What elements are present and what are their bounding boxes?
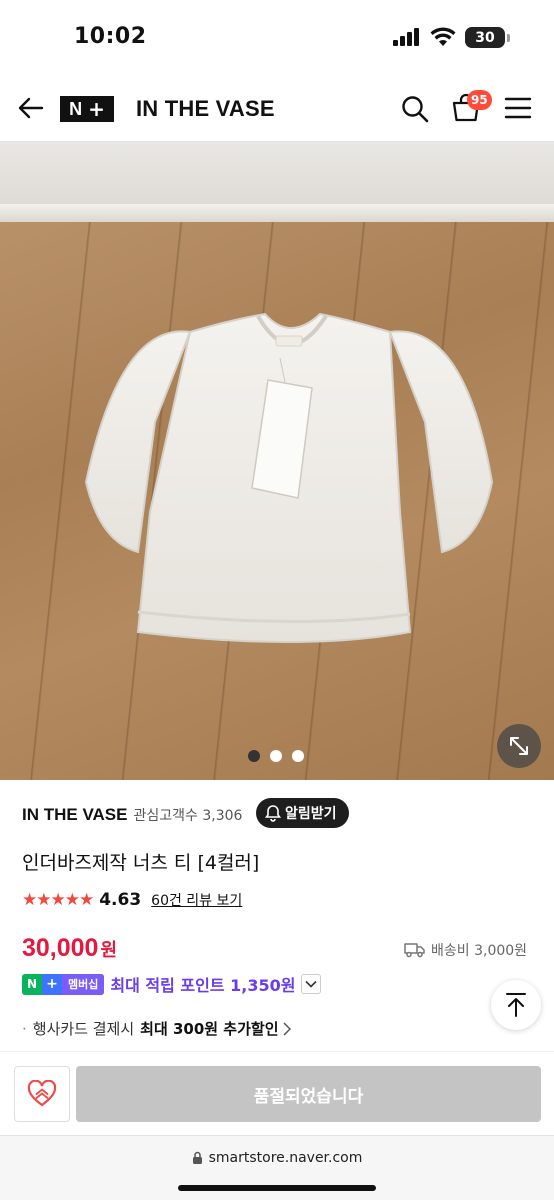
status-time: 10:02 [74,24,147,49]
naver-plus-logo[interactable]: N + [60,96,114,122]
battery-level: 30 [475,29,495,46]
expand-image-button[interactable] [497,724,541,768]
product-tshirt-photo [84,312,494,643]
naver-plus-membership-badge: N + 멤버십 [22,973,105,995]
gallery-dot-2[interactable] [270,750,282,762]
price-value: 30,000 [22,934,99,962]
expand-arrows-icon [510,737,528,755]
point-row: N + 멤버십 최대 적립 포인트 1,350원 [22,972,322,996]
status-bar: 10:02 30 [0,0,554,72]
bell-plus-icon [264,805,282,822]
battery-cap [507,34,510,42]
gallery-dot-3[interactable] [292,750,304,762]
url-display[interactable]: smartstore.naver.com [0,1150,554,1166]
notify-button[interactable]: 알림받기 [256,798,349,828]
heart-icon [27,1080,57,1107]
wishlist-button[interactable] [14,1066,70,1122]
naver-n-glyph: N [69,98,83,119]
app-header: N + IN THE VASE 95 [0,76,554,142]
badge-plus: + [42,973,62,995]
product-image-gallery[interactable] [0,142,554,780]
product-title: 인더바즈제작 너츠 티 [4컬러] [22,852,260,874]
price-row: 30,000 원 [22,934,117,963]
battery-icon: 30 [465,27,505,48]
soldout-button[interactable]: 품절되었습니다 [76,1066,541,1122]
browser-address-bar[interactable]: smartstore.naver.com [0,1135,554,1200]
url-text: smartstore.naver.com [208,1150,363,1166]
home-indicator[interactable] [178,1185,376,1191]
price-unit: 원 [100,940,118,961]
review-link[interactable]: 60건 리뷰 보기 [151,890,242,910]
gallery-dot-1[interactable] [248,750,260,762]
store-row: IN THE VASE 관심고객수 3,306 [22,800,242,830]
shipping-fee: 배송비 3,000원 [404,940,527,960]
gallery-pagination [248,750,304,762]
search-icon[interactable] [400,94,430,124]
shipping-text: 배송비 3,000원 [431,943,528,959]
signal-icon [393,28,419,46]
wifi-icon [430,27,456,46]
delivery-truck-icon [404,943,425,958]
rating-stars-icon: ★★★★★ [22,890,94,910]
arrow-up-icon [506,993,526,1017]
card-discount-row[interactable]: · 행사카드 결제시 최대 300원 추가할인 [22,1018,291,1039]
photo-baseboard [0,204,554,224]
bullet: · [22,1019,27,1038]
badge-n: N [26,977,38,991]
lock-icon [192,1151,202,1164]
card-discount-amount: 최대 300원 추가할인 [140,1020,279,1038]
point-expand-button[interactable] [301,974,322,994]
back-arrow-icon[interactable] [16,93,46,123]
store-name-link[interactable]: IN THE VASE [22,805,127,825]
badge-membership: 멤버십 [62,973,105,995]
hamburger-menu-icon[interactable] [504,96,532,120]
chevron-right-icon [282,1021,291,1036]
header-brand-title[interactable]: IN THE VASE [136,96,275,122]
scroll-to-top-button[interactable] [491,980,541,1030]
rating-row: ★★★★★ 4.63 60건 리뷰 보기 [22,890,242,910]
interest-count: 관심고객수 3,306 [133,808,243,824]
plus-glyph: + [88,97,105,121]
max-point-text: 최대 적립 포인트 1,350원 [110,976,296,995]
bottom-action-bar: 품절되었습니다 [0,1051,554,1135]
card-discount-prefix: 행사카드 결제시 [32,1020,135,1038]
rating-value: 4.63 [99,890,142,910]
notify-label: 알림받기 [285,806,337,822]
cart-count-badge: 95 [467,90,492,110]
chevron-down-icon [305,980,318,988]
